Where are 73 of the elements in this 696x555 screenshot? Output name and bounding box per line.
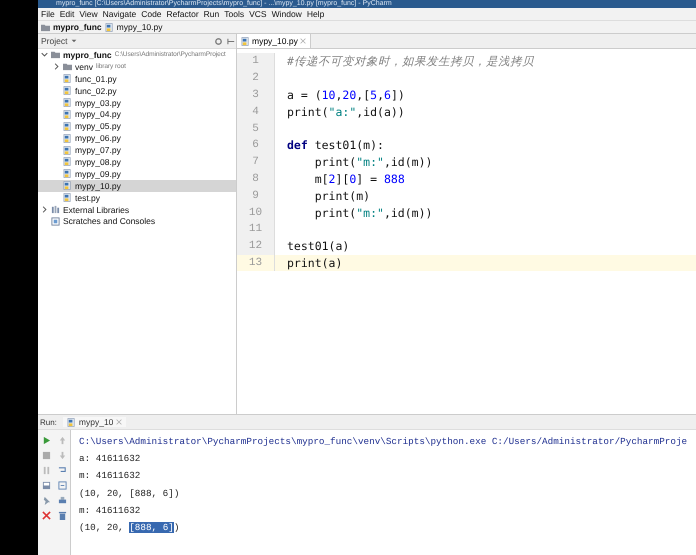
line-number: 10 (237, 204, 275, 221)
line-number: 4 (237, 103, 275, 120)
breadcrumb-item[interactable]: mypy_10.py (116, 22, 162, 32)
code-line: a = (10,20,[5,6]) (287, 88, 405, 102)
console-line: m: 41611632 (79, 469, 142, 484)
line-number: 3 (237, 86, 275, 104)
tree-row[interactable]: mypy_10.py (38, 180, 236, 192)
line-number: 9 (237, 187, 275, 204)
code-line: print(a) (287, 256, 342, 270)
menu-item[interactable]: Refactor (166, 9, 199, 19)
console-line: C:\Users\Administrator\PycharmProjects\mypro_func\venv\Scripts\python.exe C:/Users/Administrator/PycharmProje (79, 435, 688, 450)
menu-item[interactable]: Navigate (102, 9, 136, 19)
menu-item[interactable]: Help (306, 9, 324, 19)
tree-row[interactable]: func_02.py (38, 84, 236, 97)
line-number: 12 (237, 238, 275, 255)
tree-item-label: External Libraries (63, 204, 130, 215)
tree-row[interactable]: mypy_08.py (38, 156, 236, 168)
tree-row[interactable]: mypy_03.py (38, 96, 236, 108)
tree-item-label: mypro_func (63, 50, 112, 60)
tree-row[interactable]: func_01.py (38, 72, 236, 85)
tree-item-label: mypy_10.py (75, 180, 121, 191)
code-line: print("m:",id(m)) (314, 206, 432, 220)
menu-item[interactable]: File (41, 9, 55, 19)
menu-item[interactable]: VCS (249, 9, 267, 19)
tree-item-label: test.py (75, 192, 100, 203)
line-number: 11 (237, 220, 275, 238)
tree-row[interactable]: mypy_04.py (38, 108, 236, 120)
tree-item-label: mypy_05.py (75, 121, 121, 132)
line-number: 2 (237, 70, 275, 87)
menu-item[interactable]: Code (141, 9, 162, 19)
code-line: print(m) (314, 188, 370, 203)
tree-row[interactable]: mypy_07.py (38, 144, 236, 156)
tree-item-label: func_02.py (75, 86, 117, 96)
code-line: test01(a) (287, 239, 350, 254)
menu-item[interactable]: View (79, 9, 98, 19)
tree-row[interactable]: mypy_09.py (38, 168, 236, 180)
code-line: def test01(m): (287, 138, 384, 152)
line-number: 7 (237, 154, 275, 171)
tree-row[interactable]: mypy_06.py (38, 132, 236, 144)
tree-item-label: venv (75, 62, 93, 72)
tree-row[interactable]: External Libraries (38, 204, 236, 216)
tree-item-label: mypy_08.py (75, 156, 121, 167)
menu-item[interactable]: Window (272, 9, 302, 19)
code-line: m[2][0] = 888 (314, 172, 405, 186)
tree-item-label: mypy_06.py (75, 133, 121, 144)
code-line: print("a:",id(a)) (287, 104, 405, 119)
tree-row[interactable]: mypy_05.py (38, 120, 236, 132)
line-number: 5 (237, 120, 275, 137)
code-line: print("m:",id(m)) (314, 155, 432, 170)
tree-row[interactable]: Scratches and Consoles (38, 215, 236, 228)
menu-item[interactable]: Edit (60, 9, 74, 19)
line-number: 1 (237, 53, 275, 70)
console-line: m: 41611632 (79, 504, 142, 518)
menu-item[interactable]: Tools (224, 9, 244, 19)
tree-item-label: mypy_04.py (75, 109, 121, 120)
code-line: #传递不可变对象时，如果发生拷贝，是浅拷贝 (287, 54, 534, 69)
line-number: 8 (237, 170, 275, 188)
tree-item-label: func_01.py (75, 74, 117, 84)
menu-item[interactable]: Run (204, 9, 220, 19)
tree-item-label: mypy_07.py (75, 145, 121, 156)
tree-item-label: mypy_03.py (75, 98, 121, 108)
console-line: a: 41611632 (79, 452, 142, 466)
panel-title[interactable]: Project (41, 36, 68, 46)
console-line: (10, 20, [888, 6]) (79, 486, 180, 501)
line-number: 6 (237, 136, 275, 154)
tree-item-label: mypy_09.py (75, 168, 121, 179)
editor-tab[interactable]: mypy_10.py (237, 34, 311, 48)
tree-item-label: Scratches and Consoles (63, 216, 156, 226)
run-label: Run: (40, 418, 57, 426)
run-tab[interactable]: mypy_10 (62, 417, 126, 427)
tree-row[interactable]: test.py (38, 192, 236, 204)
breadcrumb-item[interactable]: mypro_func (53, 22, 102, 32)
console-line: (10, 20, [888, 6]) (79, 521, 180, 536)
